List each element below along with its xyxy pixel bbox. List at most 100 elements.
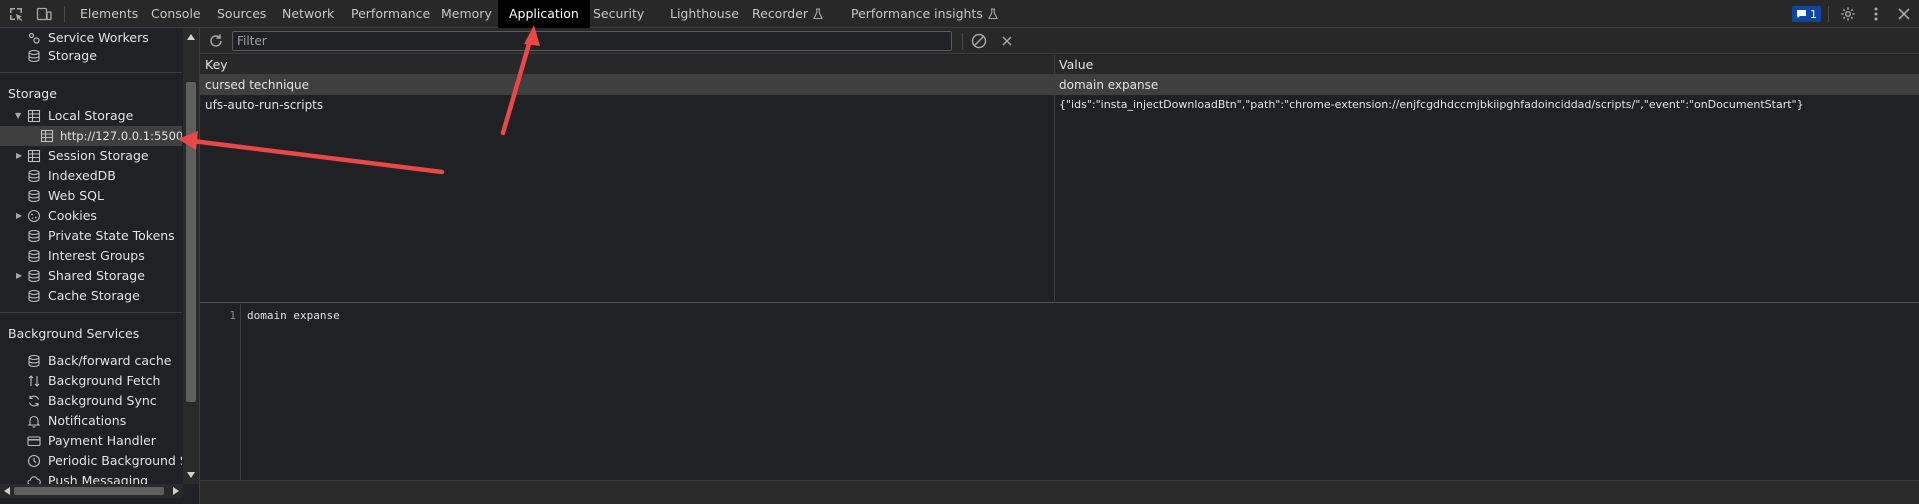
column-divider[interactable] [1054, 55, 1055, 303]
storage-toolbar [200, 28, 1919, 54]
sidebar-item-push-messaging[interactable]: Push Messaging [0, 471, 182, 485]
sidebar-item-label: Push Messaging [48, 473, 149, 485]
row-value: {"ids":"insta_injectDownloadBtn","path":… [1059, 98, 1804, 111]
database-icon [28, 49, 40, 63]
scroll-left-arrow-icon[interactable] [4, 487, 10, 495]
tab-memory[interactable]: Memory [441, 0, 492, 28]
tab-sources[interactable]: Sources [217, 0, 266, 28]
sidebar-item-indexeddb[interactable]: IndexedDB [0, 166, 182, 186]
tab-performance-insights[interactable]: Performance insights [851, 0, 998, 28]
collapsed-triangle-icon[interactable]: ▶ [16, 146, 22, 166]
sidebar-item-label: Local Storage [48, 108, 134, 123]
scrollbar-thumb[interactable] [186, 82, 196, 402]
sidebar-item-label: Web SQL [48, 188, 104, 203]
database-icon [28, 269, 40, 283]
sidebar-item-service-workers[interactable]: Service Workers [0, 28, 182, 48]
sidebar-item-interest-groups[interactable]: Interest Groups [0, 246, 182, 266]
tab-security[interactable]: Security [593, 0, 644, 28]
table-icon [27, 149, 41, 163]
sidebar-item-label: Storage [48, 48, 97, 63]
expanded-triangle-icon[interactable]: ▼ [15, 106, 21, 126]
sidebar-item-web-sql[interactable]: Web SQL [0, 186, 182, 206]
sidebar-item-payment-handler[interactable]: Payment Handler [0, 431, 182, 451]
bell-icon [27, 415, 41, 428]
sync-icon [28, 395, 40, 407]
scroll-up-arrow-icon[interactable] [187, 34, 195, 40]
database-icon [28, 354, 40, 368]
toolbar-separator [1828, 6, 1829, 22]
sidebar-item-cookies[interactable]: ▶ Cookies [0, 206, 182, 226]
credit-card-icon [27, 436, 41, 447]
sidebar-item-notifications[interactable]: Notifications [0, 411, 182, 431]
more-options-kebab-icon[interactable] [1868, 6, 1884, 22]
row-key: ufs-auto-run-scripts [205, 98, 324, 112]
sidebar-item-session-storage[interactable]: ▶ Session Storage [0, 146, 182, 166]
tab-network[interactable]: Network [282, 0, 334, 28]
sidebar-item-periodic-background-sync[interactable]: Periodic Background Sync [0, 451, 182, 471]
cookie-icon [27, 209, 41, 223]
sidebar-item-background-sync[interactable]: Background Sync [0, 391, 182, 411]
delete-selected-icon[interactable] [998, 32, 1016, 50]
section-heading-storage: Storage [8, 86, 57, 101]
filter-input[interactable] [232, 31, 952, 51]
inspect-element-icon[interactable] [8, 6, 24, 22]
row-key: cursed technique [205, 78, 310, 92]
section-heading-background-services: Background Services [8, 326, 140, 341]
sidebar-item-label: Background Fetch [48, 373, 161, 388]
tab-recorder[interactable]: Recorder [752, 0, 823, 28]
database-icon [28, 289, 40, 303]
tab-console[interactable]: Console [151, 0, 201, 28]
sidebar-vertical-scrollbar[interactable] [183, 28, 199, 484]
sidebar-item-label: Service Workers [48, 30, 149, 45]
settings-gear-icon[interactable] [1840, 6, 1856, 22]
column-header-value[interactable]: Value [1059, 55, 1093, 75]
experiment-flask-icon [987, 8, 998, 20]
scrollbar-thumb[interactable] [14, 487, 164, 495]
sidebar-item-shared-storage[interactable]: ▶ Shared Storage [0, 266, 182, 286]
database-icon [28, 229, 40, 243]
tab-performance-insights-label: Performance insights [851, 6, 983, 21]
collapsed-triangle-icon[interactable]: ▶ [16, 206, 22, 226]
table-row[interactable]: cursed technique domain expanse [200, 75, 1919, 95]
table-icon [27, 109, 41, 123]
collapsed-triangle-icon[interactable]: ▶ [16, 266, 22, 286]
sidebar-horizontal-scrollbar[interactable] [0, 484, 183, 498]
table-row[interactable]: ufs-auto-run-scripts {"ids":"insta_injec… [200, 95, 1919, 115]
tab-performance[interactable]: Performance [351, 0, 430, 28]
grid-header: Key Value [200, 55, 1919, 75]
sidebar-item-label: Cookies [48, 208, 97, 223]
storage-items-view: Key Value cursed technique domain expans… [200, 28, 1919, 504]
column-header-key[interactable]: Key [205, 55, 228, 75]
toolbar-separator [962, 33, 963, 49]
issues-badge[interactable]: 1 [1792, 6, 1821, 22]
sidebar-item-cache-storage[interactable]: Cache Storage [0, 286, 182, 306]
tab-application[interactable]: Application [498, 0, 590, 28]
value-preview-text[interactable]: domain expanse [247, 309, 340, 322]
sidebar-item-private-state-tokens[interactable]: Private State Tokens [0, 226, 182, 246]
devtools-tabbar: Elements Console Sources Network Perform… [0, 0, 1919, 28]
sidebar-item-local-storage[interactable]: ▼ Local Storage [0, 106, 182, 126]
clear-all-icon[interactable] [970, 32, 988, 50]
database-icon [28, 249, 40, 263]
row-value: domain expanse [1059, 78, 1159, 92]
sidebar-item-back-forward-cache[interactable]: Back/forward cache [0, 351, 182, 371]
sidebar-item-label: Private State Tokens [48, 228, 175, 243]
toolbar-separator [64, 6, 65, 22]
sidebar-item-storage[interactable]: Storage [0, 46, 182, 66]
close-devtools-icon[interactable] [1896, 6, 1912, 22]
section-divider [0, 312, 182, 313]
scroll-down-arrow-icon[interactable] [187, 472, 195, 478]
up-down-arrows-icon [28, 375, 40, 387]
tab-lighthouse[interactable]: Lighthouse [670, 0, 739, 28]
refresh-icon[interactable] [208, 33, 224, 49]
device-toolbar-icon[interactable] [36, 6, 52, 22]
gears-icon [28, 32, 40, 44]
scroll-right-arrow-icon[interactable] [173, 487, 179, 495]
sidebar-item-local-storage-origin[interactable]: http://127.0.0.1:5500/ [0, 126, 182, 146]
tab-elements[interactable]: Elements [80, 0, 138, 28]
bottom-status-bar [200, 480, 1919, 504]
sidebar-item-label: Session Storage [48, 148, 149, 163]
tab-recorder-label: Recorder [752, 6, 809, 21]
sidebar-item-background-fetch[interactable]: Background Fetch [0, 371, 182, 391]
clock-icon [27, 454, 41, 468]
